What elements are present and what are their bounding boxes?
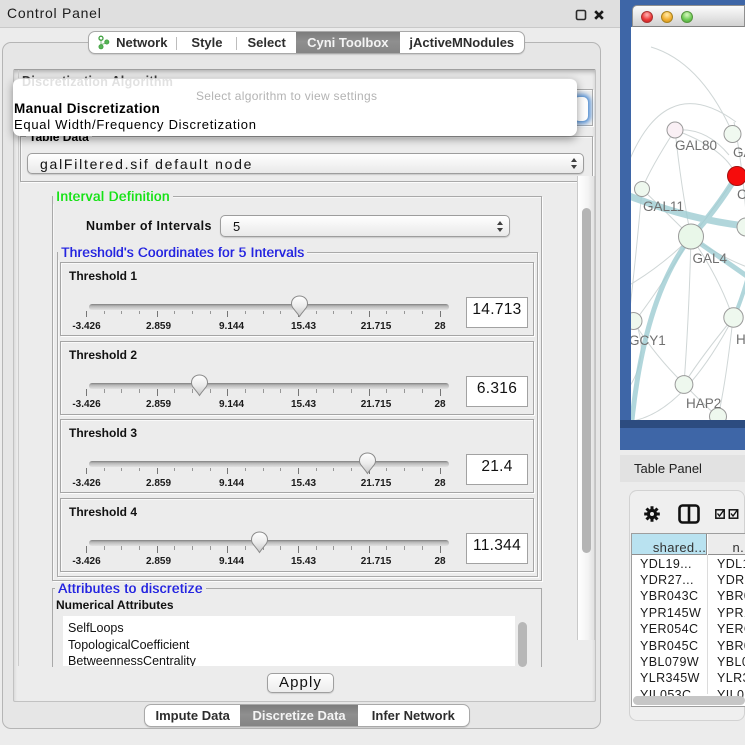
svg-text:GA: GA [733,145,745,160]
svg-text:GAL11: GAL11 [643,199,684,214]
svg-text:GAL80: GAL80 [675,138,717,153]
svg-text:HAP2: HAP2 [686,396,721,411]
svg-text:GAL4: GAL4 [693,251,728,266]
svg-text:C: C [737,187,745,202]
svg-text:H: H [736,332,745,347]
svg-text:GCY1: GCY1 [631,333,666,348]
